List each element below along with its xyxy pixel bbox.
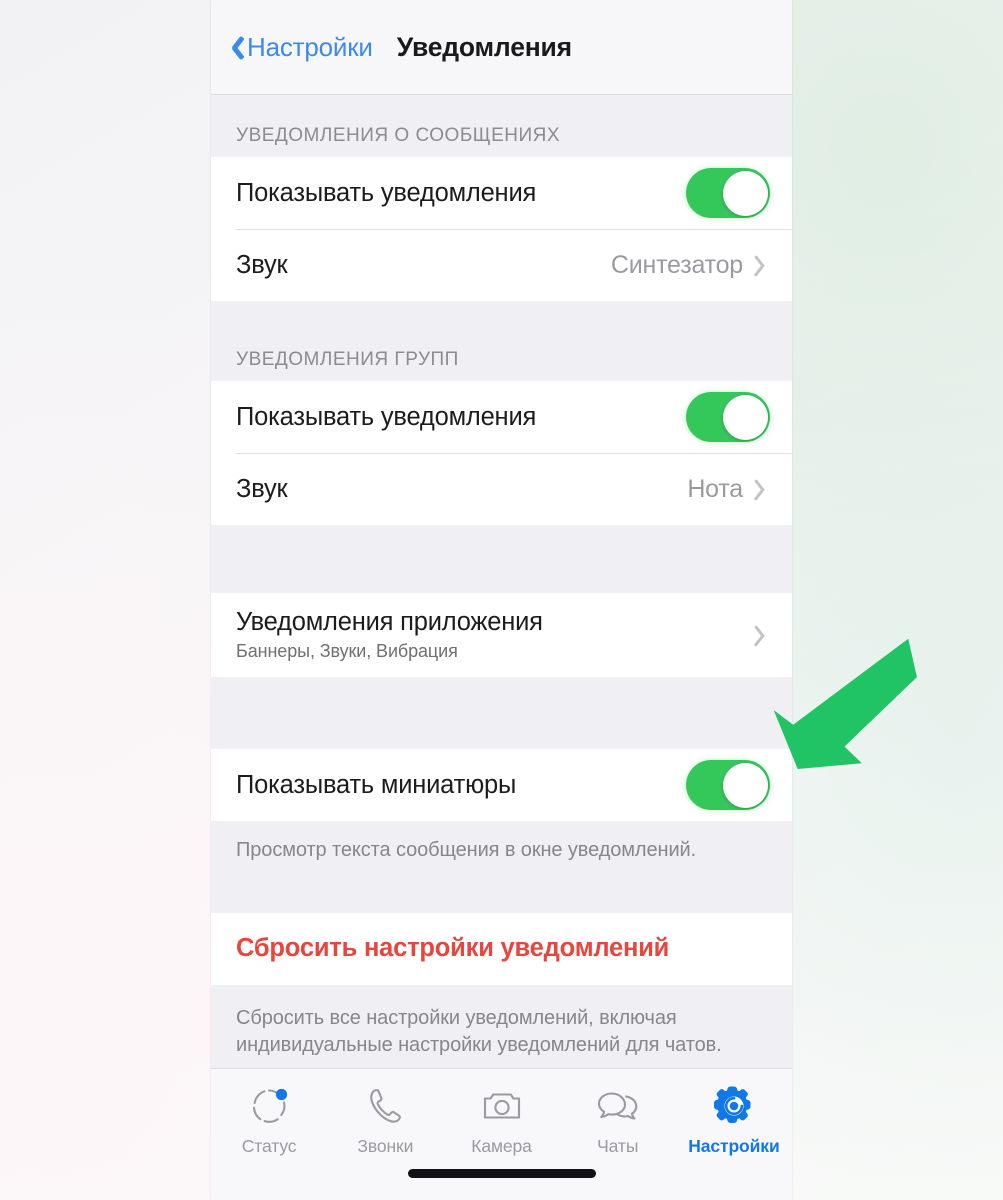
- row-sound-messages[interactable]: Звук Синтезатор: [211, 229, 792, 301]
- toggle-show-notifications-messages[interactable]: [686, 168, 770, 218]
- section-card-thumbnails: Показывать миниатюры: [211, 749, 792, 821]
- page-title: Уведомления: [396, 31, 572, 62]
- back-button-label: Настройки: [247, 31, 373, 62]
- row-sound-groups[interactable]: Звук Нота: [211, 453, 792, 525]
- tab-calls[interactable]: Звонки: [327, 1083, 443, 1157]
- toggle-show-notifications-groups[interactable]: [686, 392, 770, 442]
- chevron-right-icon: [757, 623, 770, 647]
- phone-screen: Настройки Уведомления УВЕДОМЛЕНИЯ О СООБ…: [211, 0, 792, 1200]
- row-label: Показывать миниатюры: [236, 770, 517, 799]
- row-label: Показывать уведомления: [236, 178, 537, 207]
- section-gap: [211, 864, 792, 913]
- row-show-thumbnails[interactable]: Показывать миниатюры: [211, 749, 792, 821]
- footer-note-reset: Сбросить все настройки уведомлений, вклю…: [211, 984, 792, 1060]
- chevron-right-icon: [757, 477, 770, 501]
- toggle-knob: [722, 762, 768, 808]
- phone-handset-icon: [364, 1083, 406, 1129]
- toggle-knob: [722, 394, 768, 440]
- camera-icon: [481, 1083, 523, 1129]
- row-app-notifications[interactable]: Уведомления приложения Баннеры, Звуки, В…: [211, 593, 792, 677]
- section-card-groups: Показывать уведомления Звук Нота: [211, 381, 792, 525]
- section-header-messages: УВЕДОМЛЕНИЯ О СООБЩЕНИЯХ: [211, 95, 792, 157]
- row-show-notifications-groups[interactable]: Показывать уведомления: [211, 381, 792, 453]
- row-label: Звук: [236, 474, 288, 503]
- tab-label: Звонки: [357, 1136, 414, 1156]
- row-reset-notification-settings[interactable]: Сбросить настройки уведомлений: [211, 912, 792, 985]
- row-subtitle: Баннеры, Звуки, Вибрация: [236, 641, 458, 661]
- section-card-reset: Сбросить настройки уведомлений: [211, 912, 792, 985]
- tab-chats[interactable]: Чаты: [560, 1083, 676, 1157]
- tab-status[interactable]: Статус: [211, 1083, 327, 1157]
- status-badge-dot: [275, 1088, 288, 1101]
- navigation-bar: Настройки Уведомления: [211, 0, 792, 95]
- tab-label: Чаты: [597, 1136, 639, 1156]
- home-indicator: [407, 1169, 596, 1178]
- section-card-app-notifications: Уведомления приложения Баннеры, Звуки, В…: [211, 593, 792, 677]
- row-text-stack: Уведомления приложения Баннеры, Звуки, В…: [236, 608, 757, 662]
- back-button[interactable]: Настройки: [225, 32, 373, 63]
- tab-label: Настройки: [688, 1136, 780, 1156]
- row-value-sound-messages: Синтезатор: [610, 250, 743, 279]
- footer-note-thumbnails: Просмотр текста сообщения в окне уведомл…: [211, 821, 792, 865]
- section-gap: [211, 525, 792, 593]
- chat-bubbles-icon: [595, 1083, 641, 1129]
- row-label: Звук: [236, 250, 288, 279]
- row-label: Уведомления приложения: [236, 608, 543, 636]
- toggle-show-thumbnails[interactable]: [686, 760, 770, 810]
- chevron-right-icon: [757, 253, 770, 277]
- section-card-messages: Показывать уведомления Звук Синтезатор: [211, 157, 792, 301]
- tab-label: Камера: [471, 1136, 532, 1156]
- section-gap: [211, 677, 792, 749]
- gear-icon: [712, 1083, 756, 1129]
- row-value-sound-groups: Нота: [687, 474, 743, 503]
- section-header-groups: УВЕДОМЛЕНИЯ ГРУПП: [211, 301, 792, 381]
- tab-bar: Статус Звонки Камера Чаты Настройки: [211, 1068, 792, 1200]
- tab-label: Статус: [241, 1136, 297, 1156]
- tab-settings[interactable]: Настройки: [676, 1083, 792, 1157]
- chevron-left-icon: [225, 34, 240, 60]
- row-label: Сбросить настройки уведомлений: [236, 934, 670, 963]
- row-show-notifications-messages[interactable]: Показывать уведомления: [211, 157, 792, 229]
- status-ring-icon: [248, 1083, 290, 1129]
- toggle-knob: [722, 170, 768, 216]
- tab-camera[interactable]: Камера: [443, 1083, 559, 1157]
- row-label: Показывать уведомления: [236, 402, 537, 431]
